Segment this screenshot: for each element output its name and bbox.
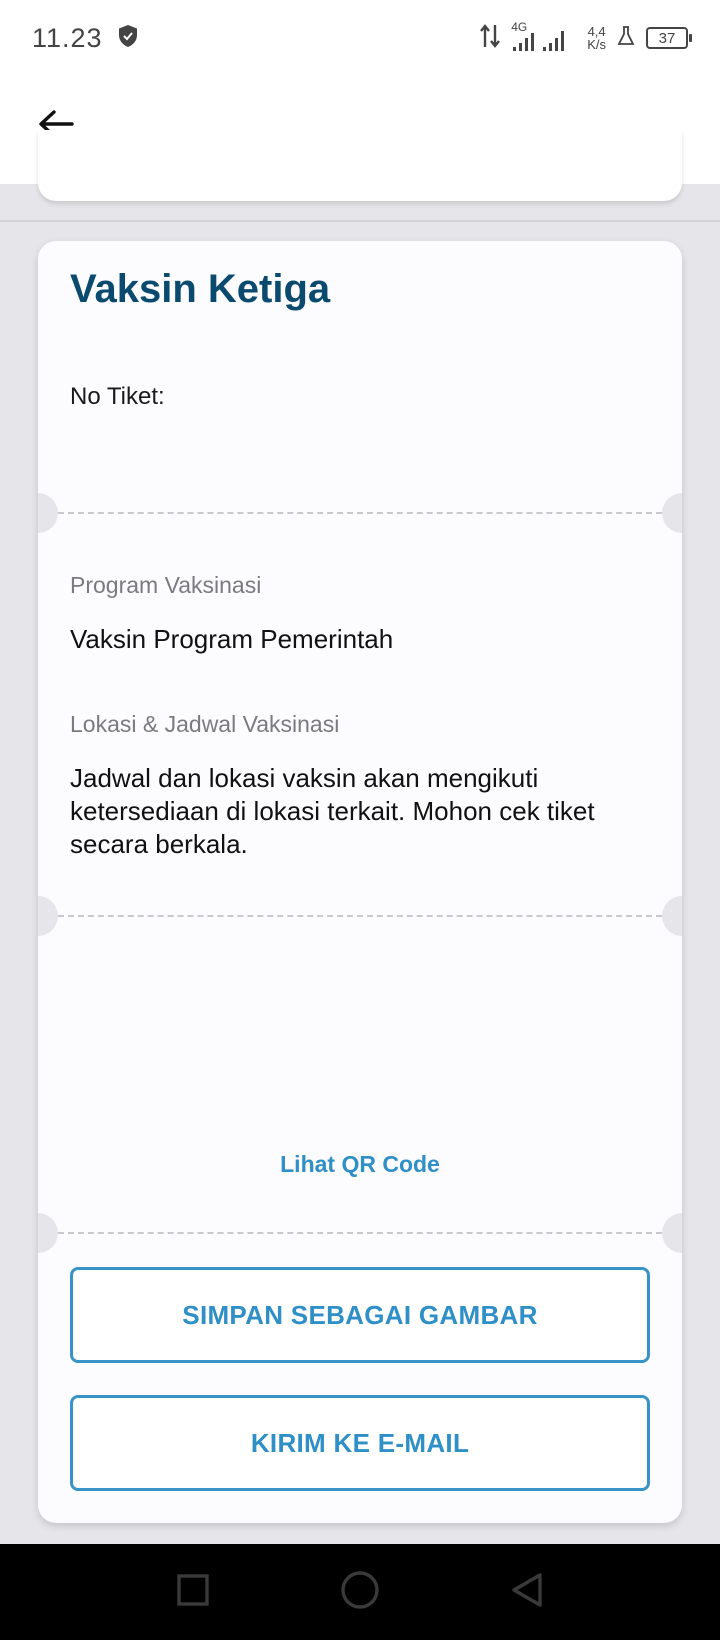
signal-icon: 4G [511, 21, 577, 53]
status-left: 11.23 [32, 23, 139, 54]
location-label: Lokasi & Jadwal Vaksinasi [70, 711, 340, 737]
notch-right [662, 493, 682, 533]
square-icon [176, 1573, 210, 1612]
program-value: Vaksin Program Pemerintah [70, 624, 394, 654]
notch-right [662, 896, 682, 936]
data-arrows-icon [479, 23, 501, 54]
home-button[interactable] [330, 1562, 390, 1622]
ticket-separator [38, 493, 682, 533]
location-value: Jadwal dan lokasi vaksin akan mengikuti … [70, 763, 595, 859]
ticket-card: Vaksin Ketiga No Tiket: Program Vaksinas… [38, 241, 682, 1523]
status-bar: 11.23 4G 4,4 K/s 37 [0, 0, 720, 76]
shield-icon [117, 24, 139, 53]
status-right: 4G 4,4 K/s 37 [479, 21, 692, 54]
network-speed: 4,4 K/s [587, 25, 606, 51]
system-back-button[interactable] [497, 1562, 557, 1622]
circle-icon [340, 1570, 380, 1615]
speed-unit: K/s [587, 37, 606, 52]
battery-level: 37 [658, 29, 676, 47]
flask-icon [616, 25, 636, 52]
view-qr-code-link[interactable]: Lihat QR Code [38, 1151, 682, 1178]
section-divider [0, 220, 720, 222]
system-nav-bar [0, 1544, 720, 1640]
notch-right [662, 1213, 682, 1253]
previous-ticket-card [38, 130, 682, 201]
notch-left [38, 493, 58, 533]
battery-icon: 37 [646, 27, 692, 49]
dashed-line [58, 915, 662, 917]
ticket-separator [38, 896, 682, 936]
send-email-button[interactable]: KIRIM KE E-MAIL [70, 1395, 650, 1491]
triangle-back-icon [510, 1572, 544, 1613]
program-label: Program Vaksinasi [70, 572, 262, 598]
card-title: Vaksin Ketiga [70, 267, 331, 311]
ticket-separator [38, 1213, 682, 1253]
ticket-number-label: No Tiket: [70, 383, 165, 410]
notch-left [38, 1213, 58, 1253]
dashed-line [58, 1232, 662, 1234]
recent-apps-button[interactable] [163, 1562, 223, 1622]
status-time: 11.23 [32, 22, 103, 53]
notch-left [38, 896, 58, 936]
dashed-line [58, 512, 662, 514]
save-as-image-button[interactable]: SIMPAN SEBAGAI GAMBAR [70, 1267, 650, 1363]
